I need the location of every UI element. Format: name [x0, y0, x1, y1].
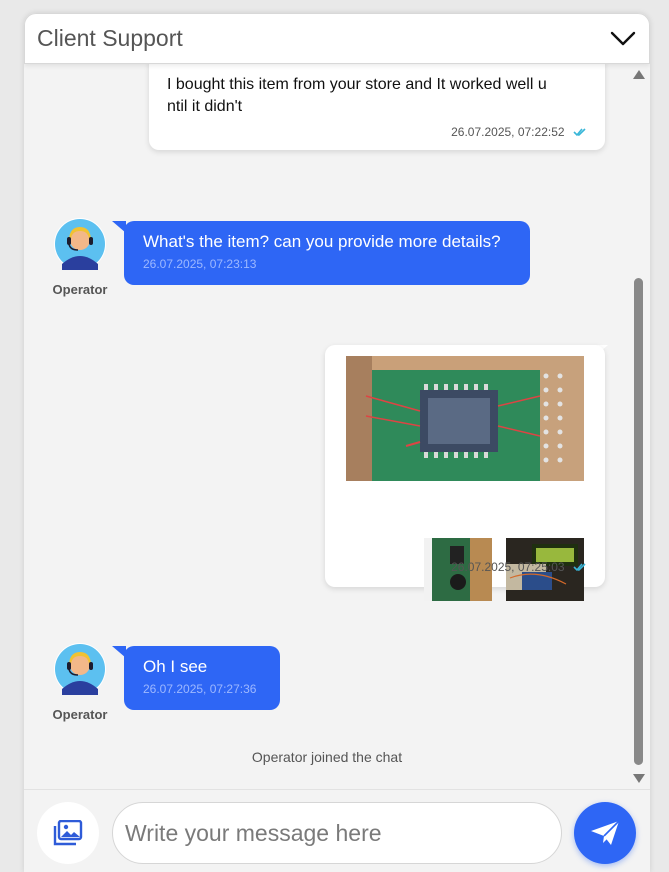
message-timestamp: 26.07.2025, 07:23:13	[143, 257, 257, 271]
scroll-up-arrow[interactable]	[633, 70, 645, 79]
scroll-thumb[interactable]	[634, 278, 643, 765]
chat-widget: Client Support I bought this item from y…	[24, 13, 650, 872]
send-button[interactable]	[574, 802, 636, 864]
chevron-down-icon[interactable]	[609, 26, 637, 50]
message-timestamp: 26.07.2025, 07:27:36	[143, 682, 257, 696]
paper-plane-icon	[591, 820, 620, 845]
operator-avatar-icon	[55, 219, 105, 270]
operator-message: What's the item? can you provide more de…	[124, 221, 530, 285]
attach-image-button[interactable]	[37, 802, 99, 864]
message-timestamp: 26.07.2025, 07:22:52	[451, 125, 565, 139]
operator-avatar-icon	[55, 644, 105, 695]
image-upload-icon	[53, 820, 83, 846]
message-text: Oh I see	[143, 657, 208, 676]
operator-avatar	[54, 218, 106, 270]
operator-name: Operator	[52, 282, 108, 297]
chat-header[interactable]: Client Support	[24, 13, 650, 64]
double-check-icon	[573, 563, 586, 571]
message-input-wrapper	[112, 802, 562, 864]
message-text: What's the item? can you provide more de…	[143, 232, 501, 251]
message-input[interactable]	[125, 817, 545, 849]
message-text: I bought this item from your store and I…	[167, 76, 547, 115]
header-title: Client Support	[37, 25, 183, 51]
attached-photo-circuit-board[interactable]	[346, 356, 584, 481]
system-note: Operator joined the chat	[251, 749, 403, 765]
message-list[interactable]: I bought this item from your store and I…	[24, 64, 650, 789]
scrollbar[interactable]	[630, 64, 646, 789]
operator-name: Operator	[52, 707, 108, 722]
double-check-icon	[573, 128, 586, 136]
message-meta: 26.07.2025, 07:22:52	[451, 123, 587, 141]
user-message: I bought this item from your store and I…	[149, 64, 605, 150]
scroll-down-arrow[interactable]	[633, 774, 645, 783]
message-timestamp: 26.07.2025, 07:25:03	[451, 560, 565, 574]
operator-message: Oh I see 26.07.2025, 07:27:36	[124, 646, 280, 710]
user-image-message: 26.07.2025, 07:25:03	[325, 345, 605, 601]
message-meta: 26.07.2025, 07:25:03	[451, 558, 587, 576]
composer	[24, 789, 650, 872]
operator-avatar	[54, 643, 106, 695]
